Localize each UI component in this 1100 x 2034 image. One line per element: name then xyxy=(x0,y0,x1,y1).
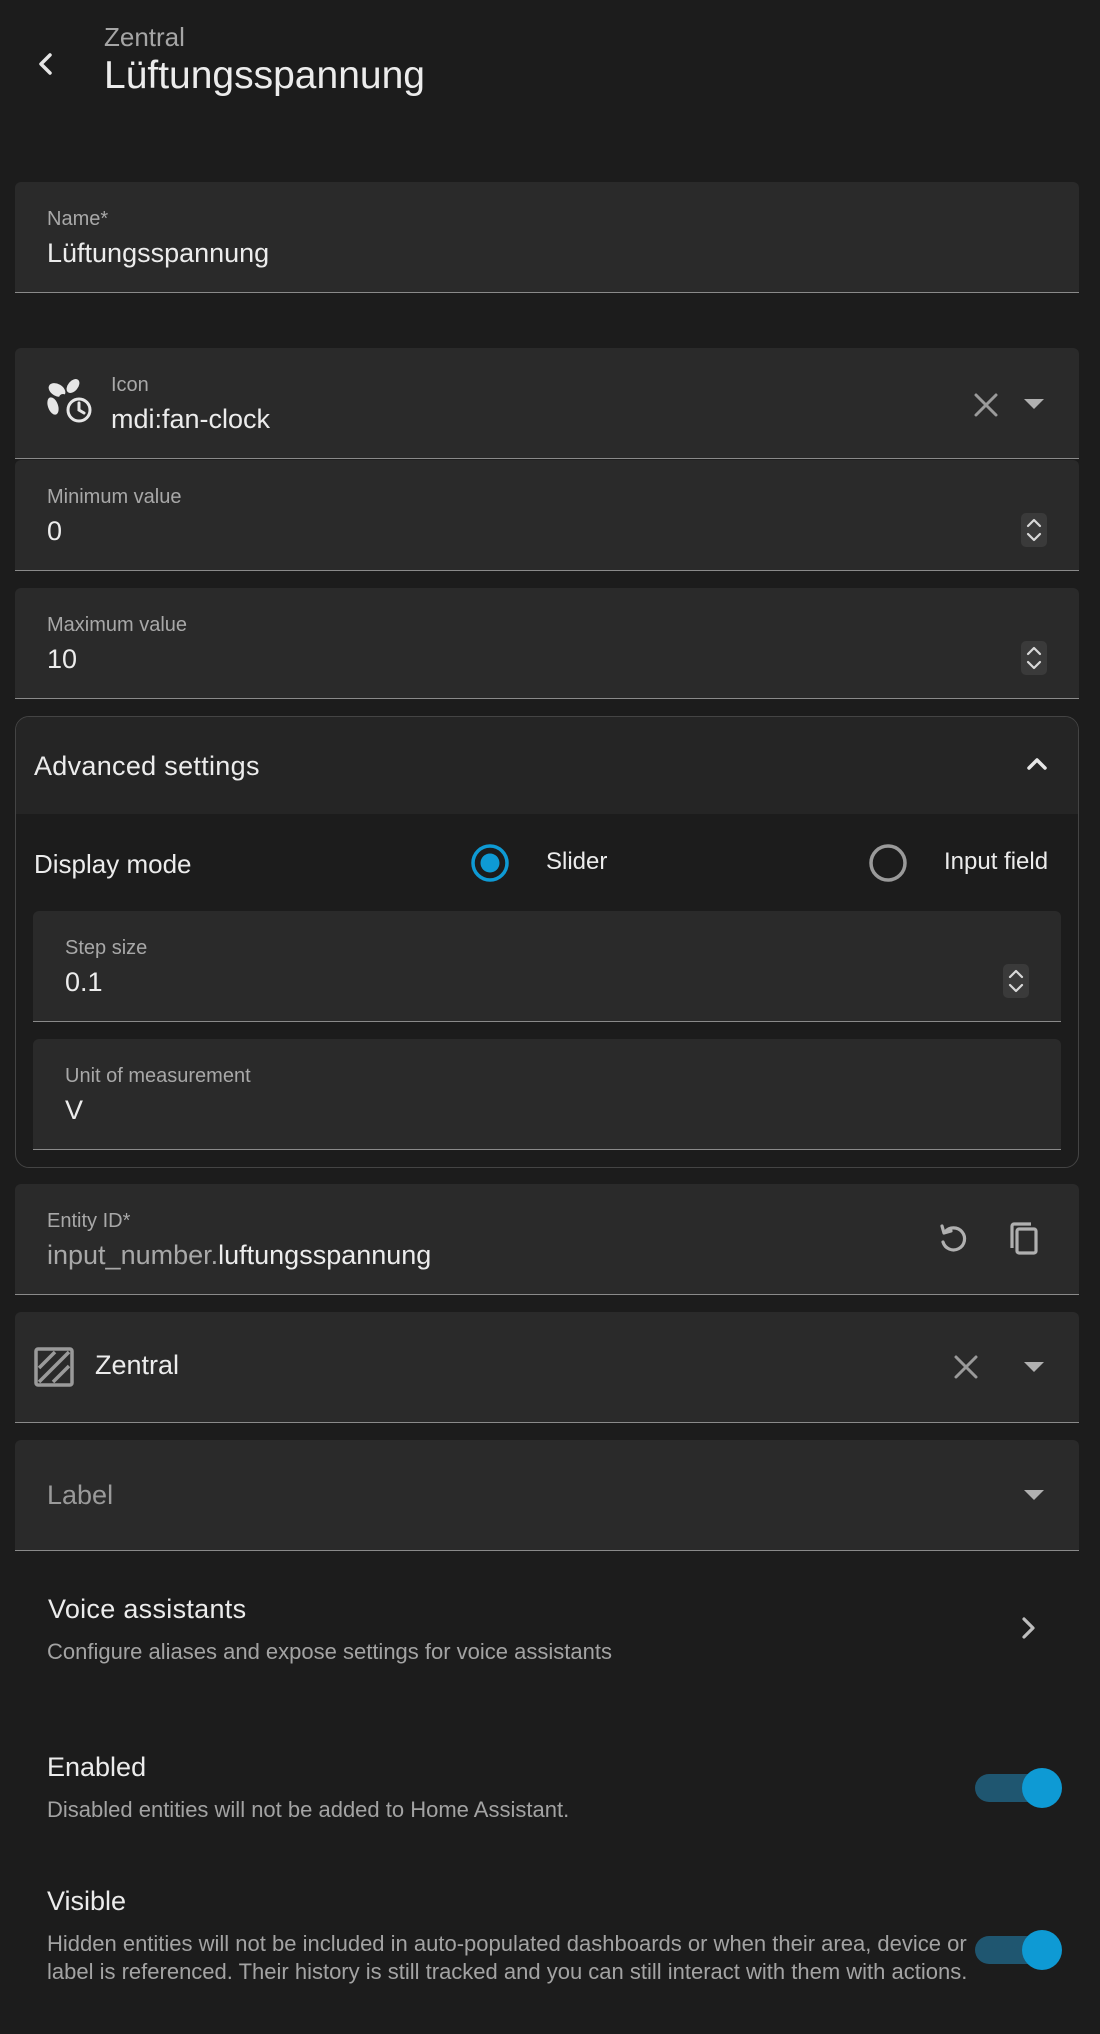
clear-icon[interactable] xyxy=(951,1352,981,1382)
chevron-up-icon xyxy=(1027,758,1047,770)
dropdown-arrow-icon[interactable] xyxy=(1019,392,1049,416)
entity-id-field[interactable]: Entity ID* input_number.luftungsspannung xyxy=(15,1184,1079,1295)
unit-of-measurement-input: V xyxy=(65,1095,84,1125)
copy-icon[interactable] xyxy=(1003,1218,1045,1260)
area-value: Zentral xyxy=(95,1350,180,1380)
area-icon xyxy=(34,1347,74,1387)
radio-unselected-icon xyxy=(869,844,907,882)
advanced-settings-header[interactable]: Advanced settings xyxy=(16,717,1078,814)
radio-selected-icon xyxy=(471,844,509,882)
name-field-label: Name* xyxy=(47,208,109,230)
label-placeholder: Label xyxy=(47,1480,114,1510)
entity-id-input: luftungsspannung xyxy=(218,1240,432,1270)
radio-slider-label: Slider xyxy=(546,848,608,875)
icon-field-value: mdi:fan-clock xyxy=(111,404,271,434)
maximum-value-label: Maximum value xyxy=(47,614,188,636)
radio-slider[interactable]: Slider xyxy=(470,841,630,885)
chevron-left-icon xyxy=(39,53,52,75)
maximum-value-input: 10 xyxy=(47,644,78,674)
radio-input-field[interactable]: Input field xyxy=(868,841,1078,885)
fan-clock-icon xyxy=(47,379,92,423)
stepper-icon[interactable] xyxy=(1021,513,1047,547)
entity-id-value: input_number.luftungsspannung xyxy=(47,1240,431,1271)
page-title: Lüftungsspannung xyxy=(104,54,425,97)
page-subtitle: Zentral xyxy=(104,22,185,52)
visible-row: Visible Hidden entities will not be incl… xyxy=(15,1882,1079,2022)
area-picker[interactable]: Zentral xyxy=(15,1312,1079,1423)
enabled-title: Enabled xyxy=(47,1752,147,1782)
stepper-icon[interactable] xyxy=(1021,641,1047,675)
back-button[interactable] xyxy=(24,42,68,86)
icon-picker[interactable]: Icon mdi:fan-clock xyxy=(15,348,1079,459)
stepper-icon[interactable] xyxy=(1003,964,1029,998)
advanced-settings-panel: Advanced settings Display mode Slider In… xyxy=(15,716,1079,1168)
enabled-description: Disabled entities will not be added to H… xyxy=(47,1797,570,1822)
name-field-value: Lüftungsspannung xyxy=(47,238,270,268)
label-picker[interactable]: Label xyxy=(15,1440,1079,1551)
voice-assistants-row[interactable]: Voice assistants Configure aliases and e… xyxy=(15,1580,1079,1680)
minimum-value-input: 0 xyxy=(47,516,63,546)
entity-id-label: Entity ID* xyxy=(47,1210,131,1232)
enabled-toggle[interactable] xyxy=(975,1766,1065,1810)
clear-icon[interactable] xyxy=(971,390,1001,420)
voice-assistants-title: Voice assistants xyxy=(48,1594,247,1624)
advanced-settings-title: Advanced settings xyxy=(34,751,260,781)
voice-assistants-description: Configure aliases and expose settings fo… xyxy=(47,1639,612,1664)
step-size-label: Step size xyxy=(65,937,148,959)
unit-of-measurement-label: Unit of measurement xyxy=(65,1065,251,1087)
visible-title: Visible xyxy=(47,1886,127,1916)
toggle-knob xyxy=(1022,1768,1062,1808)
dropdown-arrow-icon[interactable] xyxy=(1019,1483,1049,1507)
entity-id-prefix: input_number. xyxy=(47,1240,219,1270)
radio-input-field-label: Input field xyxy=(944,848,1049,875)
minimum-value-label: Minimum value xyxy=(47,486,182,508)
enabled-row: Enabled Disabled entities will not be ad… xyxy=(15,1748,1079,1848)
maximum-value-field[interactable]: Maximum value 10 xyxy=(15,588,1079,699)
step-size-input: 0.1 xyxy=(65,967,103,997)
display-mode-label: Display mode xyxy=(34,849,192,879)
icon-field-label: Icon xyxy=(111,374,149,396)
restore-icon[interactable] xyxy=(933,1218,975,1260)
visible-toggle[interactable] xyxy=(975,1928,1065,1972)
toggle-knob xyxy=(1022,1930,1062,1970)
visible-description: Hidden entities will not be included in … xyxy=(47,1931,968,1984)
chevron-right-icon xyxy=(1022,1617,1035,1639)
unit-of-measurement-field[interactable]: Unit of measurement V xyxy=(33,1039,1061,1150)
dropdown-arrow-icon[interactable] xyxy=(1019,1355,1049,1379)
name-field[interactable]: Name* Lüftungsspannung xyxy=(15,182,1079,293)
minimum-value-field[interactable]: Minimum value 0 xyxy=(15,460,1079,571)
step-size-field[interactable]: Step size 0.1 xyxy=(33,911,1061,1022)
